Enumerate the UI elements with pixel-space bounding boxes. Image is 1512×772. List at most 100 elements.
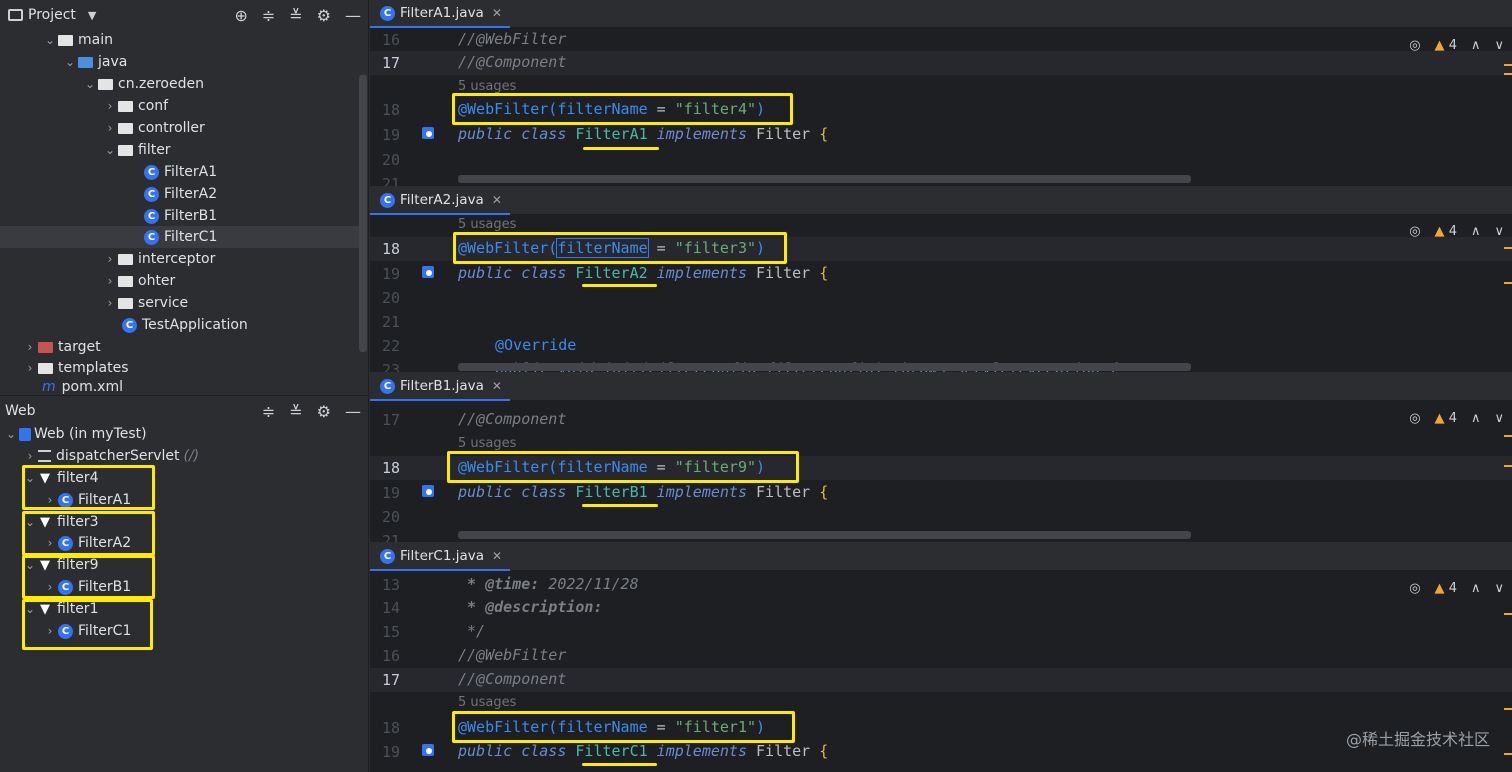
locate-icon[interactable]: ⊕ — [234, 6, 247, 25]
tree-item-main[interactable]: ⌄ main — [0, 29, 360, 51]
warning-stripe[interactable] — [1504, 73, 1512, 75]
tab-filtera2[interactable]: C FilterA2.java ✕ — [370, 187, 510, 215]
tree-item-target[interactable]: › target — [0, 336, 360, 358]
tree-item-service[interactable]: › service — [0, 292, 360, 314]
tree-item-filtera1[interactable]: C FilterA1 — [0, 161, 360, 183]
chevron-icon[interactable]: › — [102, 121, 118, 135]
horizontal-scrollbar[interactable] — [458, 531, 1191, 539]
warning-stripe[interactable] — [1504, 708, 1512, 710]
expand-all-icon[interactable]: ≑ — [262, 402, 275, 421]
reader-mode-icon[interactable]: ◎ — [1409, 411, 1420, 426]
warning-stripe[interactable] — [1504, 753, 1512, 755]
chevron-up-icon[interactable]: ∧ — [1471, 411, 1481, 426]
tree-item-filtera2[interactable]: C FilterA2 — [0, 183, 360, 205]
web-panel-title[interactable]: Web — [5, 403, 36, 419]
line-number: 16 — [381, 31, 400, 49]
tree-item-pom[interactable]: m pom.xml — [0, 379, 360, 395]
code-line[interactable]: public class FilterC1 implements Filter … — [458, 742, 828, 760]
code-line[interactable]: @Override — [495, 336, 576, 354]
project-scrollbar[interactable] — [359, 75, 367, 352]
tree-item-testapplication[interactable]: C TestApplication — [0, 314, 360, 336]
warning-stripe[interactable] — [1504, 282, 1512, 284]
chevron-down-icon[interactable]: ∨ — [1494, 224, 1504, 239]
tree-item-filterb1[interactable]: C FilterB1 — [0, 205, 360, 227]
code-line[interactable]: */ — [458, 622, 485, 640]
chevron-icon[interactable]: › — [22, 449, 38, 463]
code-line[interactable]: //@WebFilter — [458, 646, 566, 664]
collapse-all-icon[interactable]: ≚ — [289, 402, 302, 421]
warning-stripe[interactable] — [1504, 435, 1512, 437]
reader-mode-icon[interactable]: ◎ — [1409, 38, 1420, 53]
tab-filterb1[interactable]: C FilterB1.java ✕ — [370, 373, 510, 401]
collapse-all-icon[interactable]: ≚ — [289, 6, 302, 25]
chevron-icon[interactable]: ⌄ — [62, 55, 78, 69]
warning-stripe[interactable] — [1504, 64, 1512, 66]
tree-item-controller[interactable]: › controller — [0, 117, 360, 139]
chevron-icon[interactable]: › — [102, 296, 118, 310]
chevron-up-icon[interactable]: ∧ — [1471, 224, 1481, 239]
code-line[interactable]: * @time: 2022/11/28 — [458, 575, 639, 593]
close-icon[interactable]: ✕ — [492, 6, 502, 20]
gear-icon[interactable]: ⚙ — [317, 402, 331, 421]
minimize-icon[interactable]: — — [345, 6, 361, 25]
web-root[interactable]: ⌄ Web (in myTest) — [0, 423, 360, 445]
code-line[interactable]: public class FilterB1 implements Filter … — [458, 483, 828, 501]
tab-filterc1[interactable]: C FilterC1.java ✕ — [370, 543, 511, 571]
code-line[interactable]: //@Component — [458, 670, 566, 688]
code-line[interactable]: * @description: — [458, 598, 602, 616]
warning-stripe[interactable] — [1504, 613, 1512, 615]
tree-item-filterc1[interactable]: C FilterC1 — [0, 226, 360, 248]
chevron-down-icon[interactable]: ∨ — [1494, 581, 1504, 596]
inspection-widget[interactable]: ◎ ▲ 4 ∧ ∨ — [1409, 578, 1504, 598]
code-line[interactable]: public class FilterA1 implements Filter … — [458, 125, 828, 143]
close-icon[interactable]: ✕ — [492, 193, 502, 207]
code-line[interactable]: //@Component — [458, 410, 566, 428]
code-line[interactable]: //@Component — [458, 53, 566, 71]
chevron-icon[interactable]: ⌄ — [42, 33, 58, 47]
chevron-icon[interactable]: › — [22, 361, 38, 375]
inspection-widget[interactable]: ◎ ▲ 4 ∧ ∨ — [1409, 35, 1504, 55]
horizontal-scrollbar[interactable] — [458, 363, 1191, 371]
chevron-icon[interactable]: ⌄ — [82, 77, 98, 91]
expand-all-icon[interactable]: ≑ — [262, 6, 275, 25]
implementation-gutter-icon[interactable] — [422, 127, 434, 139]
chevron-icon[interactable]: › — [102, 274, 118, 288]
tree-item-package[interactable]: ⌄ cn.zeroeden — [0, 73, 360, 95]
tree-item-interceptor[interactable]: › interceptor — [0, 248, 360, 270]
chevron-down-icon[interactable]: ∨ — [1494, 38, 1504, 53]
reader-mode-icon[interactable]: ◎ — [1409, 224, 1420, 239]
minimize-icon[interactable]: — — [345, 402, 361, 421]
close-icon[interactable]: ✕ — [492, 379, 502, 393]
tab-filtera1[interactable]: C FilterA1.java ✕ — [370, 0, 510, 28]
chevron-icon[interactable]: › — [102, 99, 118, 113]
chevron-icon[interactable]: ⌄ — [3, 427, 19, 441]
inspection-widget[interactable]: ◎ ▲ 4 ∧ ∨ — [1409, 221, 1504, 241]
tree-item-templates[interactable]: › templates — [0, 357, 360, 379]
tree-item-ohter[interactable]: › ohter — [0, 270, 360, 292]
watermark: @稀土掘金技术社区 — [1345, 730, 1490, 749]
warning-stripe[interactable] — [1504, 465, 1512, 467]
reader-mode-icon[interactable]: ◎ — [1409, 581, 1420, 596]
implementation-gutter-icon[interactable] — [422, 744, 434, 756]
chevron-up-icon[interactable]: ∧ — [1471, 581, 1481, 596]
chevron-up-icon[interactable]: ∧ — [1471, 38, 1481, 53]
tree-item-conf[interactable]: › conf — [0, 95, 360, 117]
close-icon[interactable]: ✕ — [492, 549, 502, 563]
tree-item-filter[interactable]: ⌄ filter — [0, 139, 360, 161]
horizontal-scrollbar[interactable] — [458, 175, 1191, 183]
project-panel-title[interactable]: Project — [28, 7, 76, 23]
tree-item-java[interactable]: ⌄ java — [0, 51, 360, 73]
chevron-icon[interactable]: ⌄ — [102, 143, 118, 157]
chevron-down-icon[interactable]: ∨ — [1494, 411, 1504, 426]
warning-stripe[interactable] — [1504, 247, 1512, 249]
chevron-down-icon[interactable]: ▼ — [88, 9, 96, 22]
web-servlet[interactable]: › dispatcherServlet (/) — [0, 445, 360, 467]
chevron-icon[interactable]: › — [22, 340, 38, 354]
inspection-widget[interactable]: ◎ ▲ 4 ∧ ∨ — [1409, 408, 1504, 428]
chevron-icon[interactable]: › — [102, 252, 118, 266]
code-line[interactable]: public class FilterA2 implements Filter … — [458, 264, 828, 282]
implementation-gutter-icon[interactable] — [422, 485, 434, 497]
code-line[interactable]: //@WebFilter — [458, 30, 566, 48]
implementation-gutter-icon[interactable] — [422, 266, 434, 278]
gear-icon[interactable]: ⚙ — [317, 6, 331, 25]
